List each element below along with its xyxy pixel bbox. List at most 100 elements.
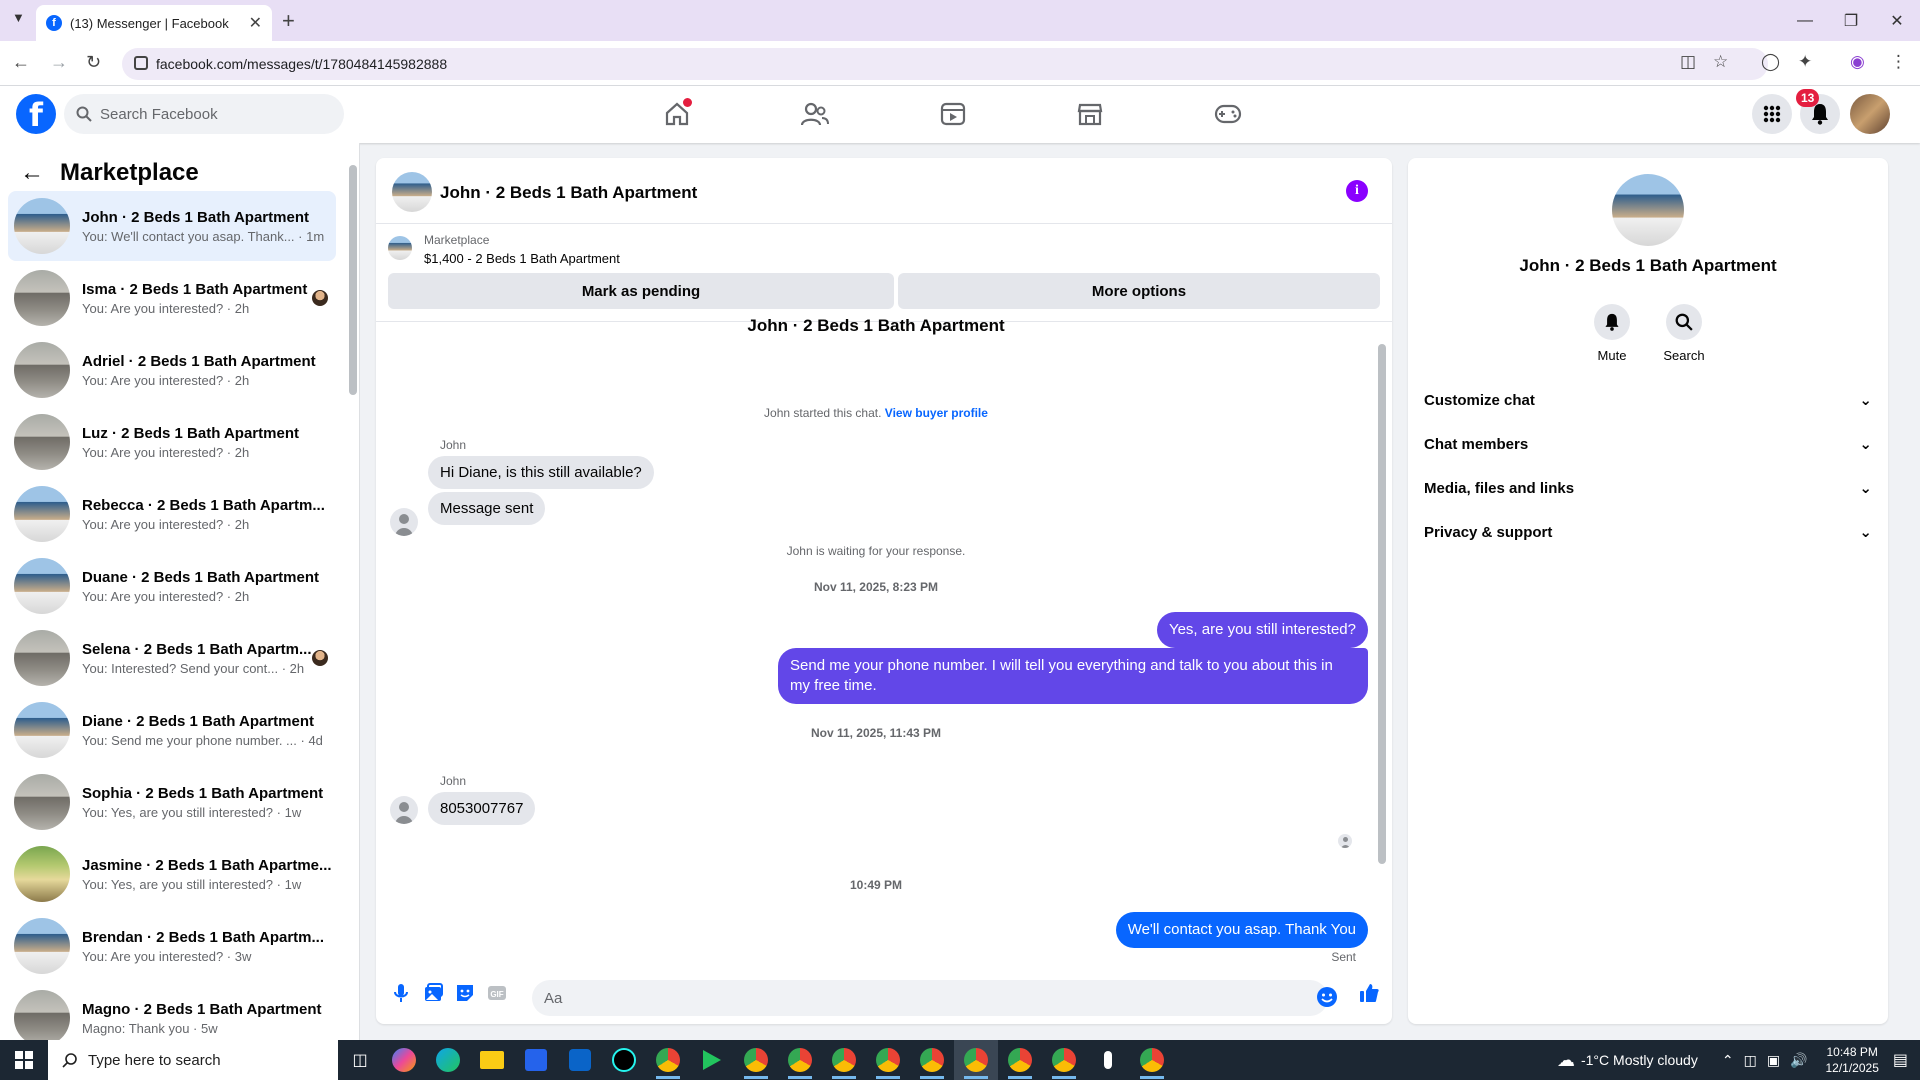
outgoing-message[interactable]: Send me your phone number. I will tell y… xyxy=(778,648,1368,704)
browser-menu-icon[interactable]: ⋮ xyxy=(1890,52,1907,72)
chat-title[interactable]: John · 2 Beds 1 Bath Apartment xyxy=(440,183,697,203)
sender-avatar[interactable] xyxy=(390,796,418,824)
browser-tab[interactable]: f (13) Messenger | Facebook ✕ xyxy=(36,5,272,41)
sender-avatar[interactable] xyxy=(390,508,418,536)
home-icon[interactable] xyxy=(660,98,694,130)
info-icon[interactable]: i xyxy=(1346,180,1368,202)
chrome-icon[interactable] xyxy=(822,1040,866,1080)
chat-members-section[interactable]: Chat members ⌄ xyxy=(1416,422,1880,466)
chrome-icon[interactable] xyxy=(778,1040,822,1080)
view-buyer-profile-link[interactable]: View buyer profile xyxy=(885,406,988,420)
url-field[interactable]: facebook.com/messages/t/1780484145982888 xyxy=(122,48,1768,80)
listing-price[interactable]: $1,400 - 2 Beds 1 Bath Apartment xyxy=(424,251,620,266)
tab-close-icon[interactable]: ✕ xyxy=(249,13,262,33)
extensions-puzzle-icon[interactable]: ✦ xyxy=(1798,52,1812,72)
taskbar-clock[interactable]: 10:48 PM 12/1/2025 xyxy=(1825,1044,1878,1076)
conversation-item[interactable]: Selena · 2 Beds 1 Bath Apartm... You: Int… xyxy=(8,623,336,693)
conversation-item[interactable]: Sophia · 2 Beds 1 Bath Apartment You: Yes… xyxy=(8,767,336,837)
listing-thumbnail[interactable] xyxy=(388,236,412,260)
incoming-message[interactable]: Message sent xyxy=(428,492,546,525)
account-avatar[interactable] xyxy=(1850,94,1890,134)
minimize-icon[interactable]: — xyxy=(1782,0,1828,41)
extension-circle-icon[interactable]: ◯ xyxy=(1761,52,1780,72)
bookmark-star-icon[interactable]: ☆ xyxy=(1713,52,1728,72)
conversation-item[interactable]: John · 2 Beds 1 Bath Apartment You: We'll… xyxy=(8,191,336,261)
meet-now-icon[interactable]: ◫ xyxy=(1744,1052,1757,1069)
maximize-icon[interactable]: ❐ xyxy=(1828,0,1874,41)
friends-icon[interactable] xyxy=(798,98,832,130)
gif-icon[interactable]: GIF xyxy=(486,982,508,1004)
photo-icon[interactable] xyxy=(422,982,444,1004)
media-files-links-section[interactable]: Media, files and links ⌄ xyxy=(1416,466,1880,510)
chrome-icon[interactable] xyxy=(954,1040,998,1080)
close-window-icon[interactable]: ✕ xyxy=(1874,0,1920,41)
sticker-icon[interactable] xyxy=(454,982,476,1004)
contact-avatar[interactable] xyxy=(1612,174,1684,246)
microphone-icon[interactable] xyxy=(390,982,412,1004)
reload-icon[interactable]: ↻ xyxy=(86,52,101,73)
outgoing-message[interactable]: Yes, are you still interested? xyxy=(1156,612,1368,648)
conversation-item[interactable]: Luz · 2 Beds 1 Bath Apartment You: Are yo… xyxy=(8,407,336,477)
marketplace-icon[interactable] xyxy=(1073,98,1107,130)
mute-button[interactable]: Mute xyxy=(1572,304,1652,363)
facebook-logo-icon[interactable]: f xyxy=(16,94,56,134)
copilot-icon[interactable] xyxy=(382,1040,426,1080)
chrome-icon[interactable] xyxy=(998,1040,1042,1080)
chat-avatar[interactable] xyxy=(392,172,432,212)
site-info-icon[interactable] xyxy=(134,56,148,70)
message-input[interactable] xyxy=(532,980,1328,1016)
chrome-icon[interactable] xyxy=(734,1040,778,1080)
tiktok-icon[interactable] xyxy=(602,1040,646,1080)
volume-icon[interactable]: 🔊 xyxy=(1790,1052,1807,1069)
taskbar-search-box[interactable]: Type here to search xyxy=(48,1040,338,1080)
more-options-button[interactable]: More options xyxy=(898,273,1380,309)
incoming-message[interactable]: Hi Diane, is this still available? xyxy=(428,456,654,489)
microphone-app-icon[interactable] xyxy=(1086,1040,1130,1080)
facebook-search-box[interactable] xyxy=(64,94,344,134)
conversation-item[interactable]: Adriel · 2 Beds 1 Bath Apartment You: Are… xyxy=(8,335,336,405)
facebook-search-input[interactable] xyxy=(100,105,320,123)
privacy-support-section[interactable]: Privacy & support ⌄ xyxy=(1416,510,1880,554)
outgoing-message[interactable]: We'll contact you asap. Thank You xyxy=(1115,912,1368,948)
forward-icon[interactable]: → xyxy=(50,52,68,73)
search-in-conversation-button[interactable]: Search xyxy=(1644,304,1724,363)
edge-icon[interactable] xyxy=(426,1040,470,1080)
conversation-item[interactable]: Duane · 2 Beds 1 Bath Apartment You: Are … xyxy=(8,551,336,621)
chrome-icon[interactable] xyxy=(646,1040,690,1080)
network-icon[interactable]: ▣ xyxy=(1767,1052,1780,1069)
conversation-item[interactable]: Diane · 2 Beds 1 Bath Apartment You: Send… xyxy=(8,695,336,765)
thumbs-up-icon[interactable] xyxy=(1358,982,1380,1004)
chrome-icon[interactable] xyxy=(910,1040,954,1080)
chrome-icon[interactable] xyxy=(866,1040,910,1080)
new-tab-button[interactable]: + xyxy=(282,8,295,34)
conversation-item[interactable]: Rebecca · 2 Beds 1 Bath Apartm... You: Ar… xyxy=(8,479,336,549)
chevron-up-icon[interactable]: ⌃ xyxy=(1722,1052,1734,1069)
back-icon[interactable]: ← xyxy=(12,52,30,73)
task-view-icon[interactable]: ◫ xyxy=(338,1040,382,1080)
back-arrow-icon[interactable]: ← xyxy=(20,159,44,187)
store-icon[interactable] xyxy=(514,1040,558,1080)
conversation-item[interactable]: Jasmine · 2 Beds 1 Bath Apartme... You: Y… xyxy=(8,839,336,909)
file-explorer-icon[interactable] xyxy=(470,1040,514,1080)
customize-chat-section[interactable]: Customize chat ⌄ xyxy=(1416,378,1880,422)
profile-icon[interactable]: ◉ xyxy=(1850,52,1865,72)
mark-as-pending-button[interactable]: Mark as pending xyxy=(388,273,894,309)
arrow-app-icon[interactable] xyxy=(690,1040,734,1080)
sidebar-scrollbar[interactable] xyxy=(349,165,357,395)
install-app-icon[interactable]: ◫ xyxy=(1680,52,1696,72)
emoji-icon[interactable] xyxy=(1316,986,1338,1008)
weather-text[interactable]: -1°C Mostly cloudy xyxy=(1581,1052,1698,1068)
windows-start-button[interactable] xyxy=(0,1040,48,1080)
video-icon[interactable] xyxy=(936,98,970,130)
conversation-item[interactable]: Isma · 2 Beds 1 Bath Apartment You: Are y… xyxy=(8,263,336,333)
conversation-item[interactable]: Magno · 2 Beds 1 Bath Apartment Magno: Th… xyxy=(8,983,336,1040)
chrome-icon[interactable] xyxy=(1130,1040,1174,1080)
gaming-icon[interactable] xyxy=(1211,98,1245,130)
notification-center-icon[interactable]: ▤ xyxy=(1893,1050,1908,1070)
conversation-item[interactable]: Brendan · 2 Beds 1 Bath Apartm... You: Ar… xyxy=(8,911,336,981)
outlook-icon[interactable] xyxy=(558,1040,602,1080)
menu-grid-button[interactable] xyxy=(1752,94,1792,134)
chat-scrollbar[interactable] xyxy=(1378,344,1386,864)
incoming-message[interactable]: 8053007767 xyxy=(428,792,536,825)
chrome-icon[interactable] xyxy=(1042,1040,1086,1080)
